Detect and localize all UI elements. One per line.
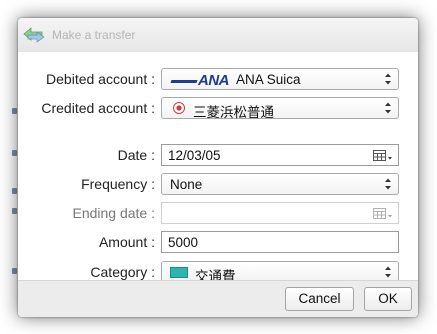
amount-row: Amount : 5000 (18, 231, 418, 253)
debited-account-row: Debited account : ANA ANA Suica (18, 68, 418, 90)
credited-account-value: 三菱浜松普通 (193, 105, 274, 120)
category-color-swatch (170, 267, 188, 278)
transfer-dialog: Make a transfer Debited account : ANA AN… (18, 18, 418, 317)
select-arrows-icon (385, 266, 391, 278)
frequency-select[interactable]: None (161, 173, 399, 195)
dialog-title: Make a transfer (52, 28, 136, 42)
select-arrows-icon (385, 178, 391, 190)
ending-date-row: Ending date : (18, 202, 418, 224)
amount-value: 5000 (168, 235, 199, 250)
credited-account-label: Credited account : (41, 100, 155, 116)
transfer-form: Debited account : ANA ANA Suica Credited… (18, 52, 418, 284)
amount-label: Amount : (98, 234, 155, 250)
frequency-value: None (170, 177, 203, 192)
ana-logo-icon: ANA (170, 72, 230, 89)
date-label: Date : (117, 147, 155, 163)
calendar-icon[interactable] (373, 149, 393, 163)
credited-account-select[interactable]: 三菱浜松普通 (161, 97, 399, 120)
debited-account-select[interactable]: ANA ANA Suica (161, 68, 399, 90)
date-input[interactable]: 12/03/05 (161, 144, 399, 166)
amount-input[interactable]: 5000 (161, 231, 399, 253)
select-arrows-icon (385, 73, 391, 85)
bank-logo-icon (173, 102, 185, 114)
category-label: Category : (90, 264, 155, 280)
transfer-arrows-icon (23, 27, 45, 43)
date-row: Date : 12/03/05 (18, 144, 418, 166)
debited-account-value: ANA Suica (236, 72, 301, 87)
dialog-titlebar[interactable]: Make a transfer (18, 18, 418, 52)
ending-date-input[interactable] (161, 202, 399, 224)
dialog-button-bar: Cancel OK (18, 280, 418, 317)
frequency-row: Frequency : None (18, 173, 418, 195)
cancel-button[interactable]: Cancel (285, 287, 354, 311)
ending-date-label: Ending date : (72, 205, 155, 221)
debited-account-label: Debited account : (46, 71, 155, 87)
credited-account-row: Credited account : 三菱浜松普通 (18, 97, 418, 120)
select-arrows-icon (385, 102, 391, 114)
date-value: 12/03/05 (168, 148, 221, 163)
ok-button[interactable]: OK (364, 287, 412, 311)
calendar-icon (373, 208, 392, 219)
frequency-label: Frequency : (81, 176, 155, 192)
